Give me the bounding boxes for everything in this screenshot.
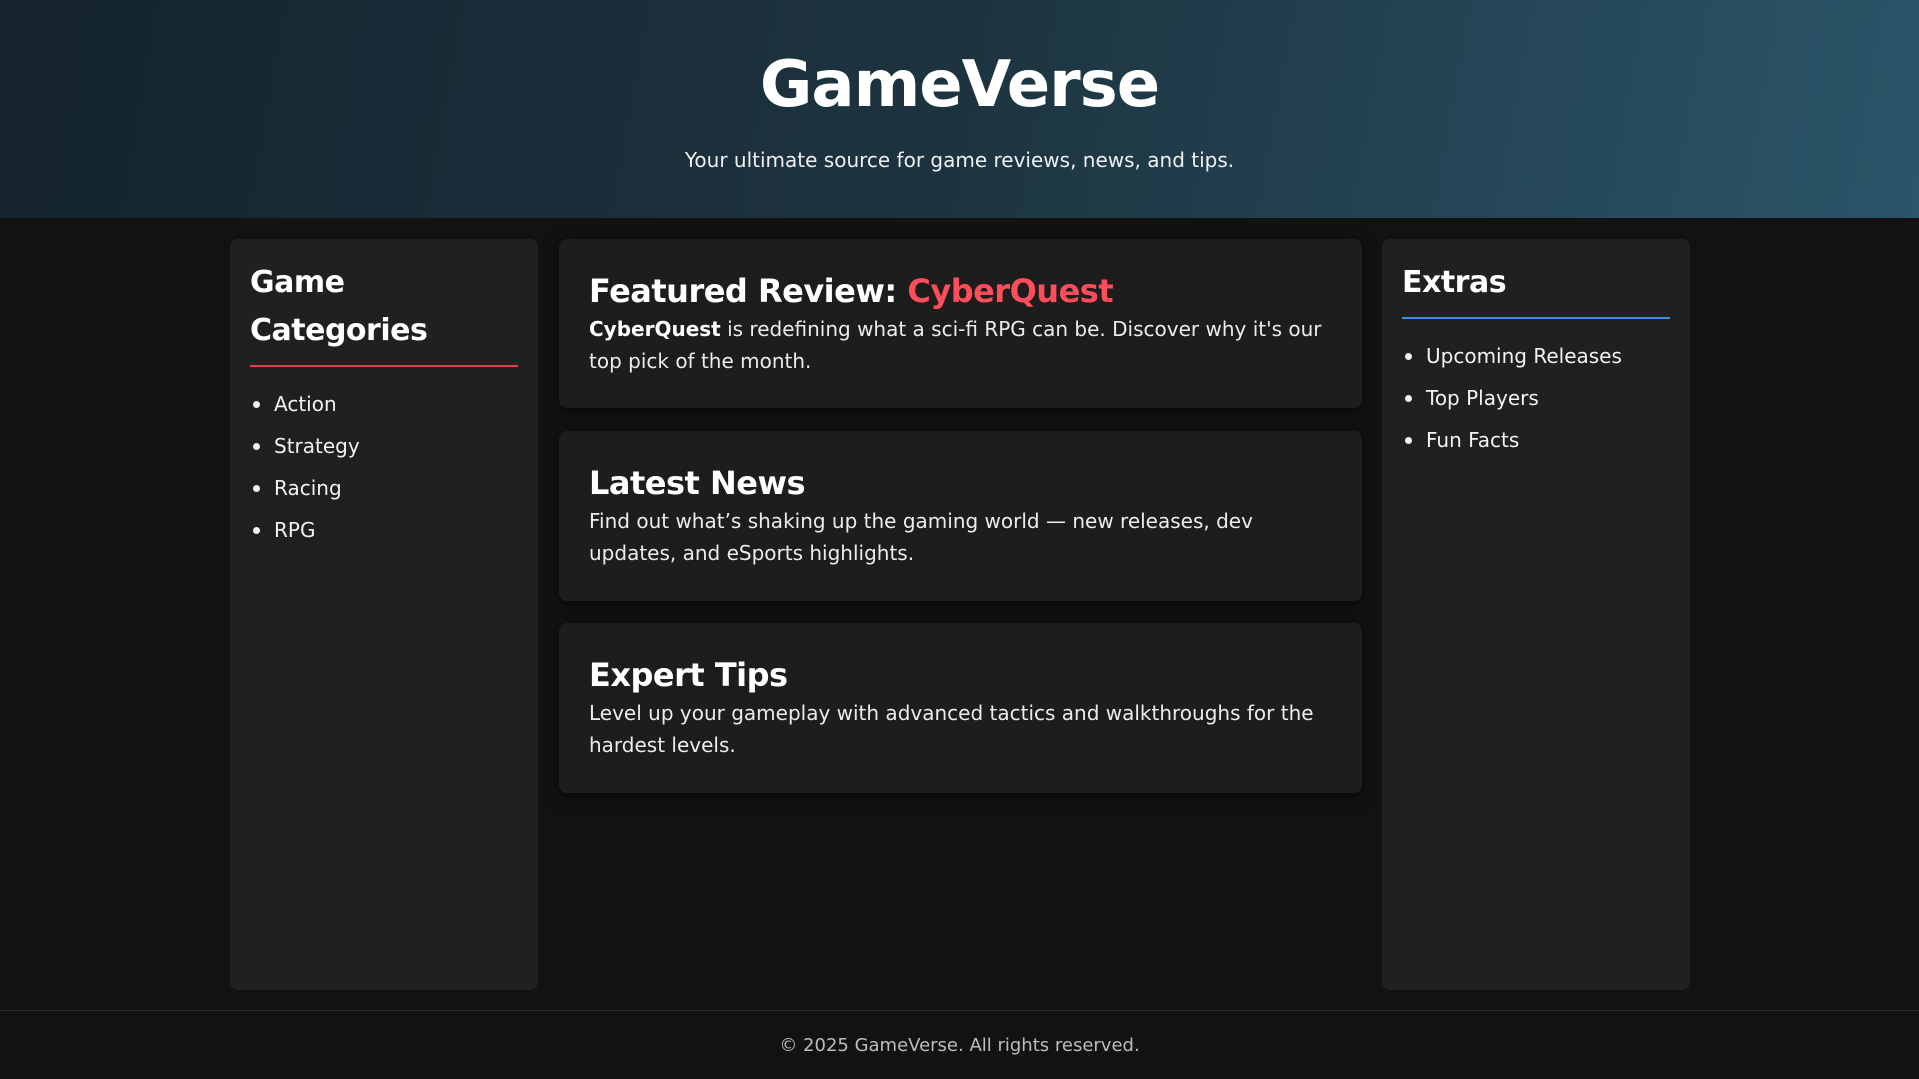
site-header: GameVerse Your ultimate source for game … xyxy=(0,0,1919,218)
extras-sidebar: Extras Upcoming Releases Top Players Fun… xyxy=(1382,239,1690,990)
extras-item-fun-facts[interactable]: Fun Facts xyxy=(1402,419,1670,461)
featured-review-card: Featured Review: CyberQuest CyberQuest i… xyxy=(559,239,1362,408)
extras-item-upcoming-releases[interactable]: Upcoming Releases xyxy=(1402,335,1670,377)
expert-tips-body: Level up your gameplay with advanced tac… xyxy=(589,701,1314,757)
latest-news-heading: Latest News xyxy=(589,464,806,502)
expert-tips-card: Expert Tips Level up your gameplay with … xyxy=(559,623,1362,793)
categories-list: Action Strategy Racing RPG xyxy=(250,383,518,551)
extras-item-top-players[interactable]: Top Players xyxy=(1402,377,1670,419)
featured-review-text: CyberQuest is redefining what a sci-fi R… xyxy=(589,313,1332,377)
extras-heading: Extras xyxy=(1402,259,1670,319)
expert-tips-heading: Expert Tips xyxy=(589,656,788,694)
category-item-strategy[interactable]: Strategy xyxy=(250,425,518,467)
latest-news-card: Latest News Find out what’s shaking up t… xyxy=(559,431,1362,601)
featured-game-name: CyberQuest xyxy=(589,317,721,341)
category-item-rpg[interactable]: RPG xyxy=(250,509,518,551)
site-title: GameVerse xyxy=(759,48,1160,122)
categories-sidebar: Game Categories Action Strategy Racing R… xyxy=(230,239,538,990)
category-item-action[interactable]: Action xyxy=(250,383,518,425)
copyright-text: © 2025 GameVerse. All rights reserved. xyxy=(779,1035,1140,1056)
extras-list: Upcoming Releases Top Players Fun Facts xyxy=(1402,335,1670,461)
site-footer: © 2025 GameVerse. All rights reserved. xyxy=(0,1010,1919,1079)
category-item-racing[interactable]: Racing xyxy=(250,467,518,509)
featured-review-prefix: Featured Review: xyxy=(589,272,908,310)
featured-game-title: CyberQuest xyxy=(907,272,1114,310)
latest-news-body: Find out what’s shaking up the gaming wo… xyxy=(589,509,1253,565)
featured-review-heading: Featured Review: CyberQuest xyxy=(589,269,1332,313)
site-tagline: Your ultimate source for game reviews, n… xyxy=(684,148,1235,172)
categories-heading: Game Categories xyxy=(250,259,518,367)
